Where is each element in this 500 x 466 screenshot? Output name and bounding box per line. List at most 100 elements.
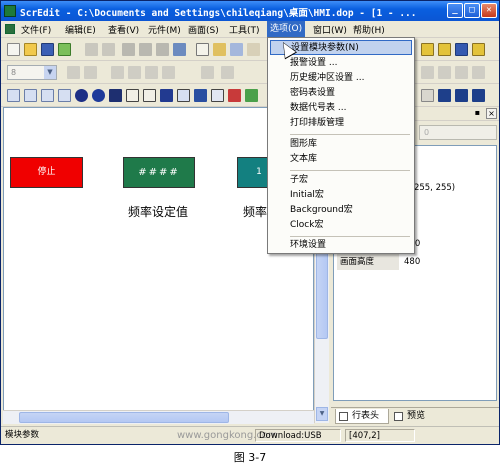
- new-file-icon[interactable]: [7, 43, 20, 56]
- line-element-icon[interactable]: [41, 89, 54, 102]
- stop-button-element[interactable]: 停止: [10, 157, 83, 188]
- circle-element-icon[interactable]: [75, 89, 88, 102]
- move-h-icon[interactable]: [145, 66, 158, 79]
- title-bar: ScrEdit - C:\Documents and Settings\chil…: [1, 1, 499, 21]
- menu-separator: [290, 134, 410, 135]
- panel-close-icon[interactable]: ×: [486, 108, 497, 119]
- menu-screen[interactable]: 画面(S): [188, 23, 219, 36]
- font-size-combo[interactable]: 8 ▼: [7, 65, 57, 80]
- menu-tools[interactable]: 工具(T): [229, 23, 260, 36]
- menu-item-sub-macro[interactable]: 子宏: [270, 173, 412, 188]
- freq-setpoint-label[interactable]: 频率设定值: [128, 203, 188, 220]
- menu-item-background-macro[interactable]: Background宏: [270, 203, 412, 218]
- hscroll-thumb[interactable]: [19, 412, 229, 423]
- status-bar: 模块参数 www.gongkong.com Download:USB [407,…: [1, 426, 499, 444]
- table-icon: [339, 412, 348, 421]
- status-message: 模块参数: [5, 430, 40, 440]
- zoom-icon[interactable]: [421, 89, 434, 102]
- rect-element-icon[interactable]: [109, 89, 122, 102]
- menu-item-history-buffer[interactable]: 历史缓冲区设置 ...: [270, 71, 412, 86]
- align-right-icon[interactable]: [455, 43, 468, 56]
- table-element-icon[interactable]: [211, 89, 224, 102]
- tab-header[interactable]: 行表头: [335, 409, 389, 424]
- move-left-icon[interactable]: [111, 66, 124, 79]
- alarm-element-icon[interactable]: [177, 89, 190, 102]
- text-element-icon[interactable]: [126, 89, 139, 102]
- redo-icon[interactable]: [102, 43, 115, 56]
- panel-tabs: 行表头 预览: [331, 407, 499, 424]
- same-height-icon[interactable]: [472, 66, 485, 79]
- button-element-icon[interactable]: [7, 89, 20, 102]
- italic-icon[interactable]: [84, 66, 97, 79]
- grid-icon[interactable]: [438, 89, 451, 102]
- preview-icon: [394, 412, 403, 421]
- picture-element-icon[interactable]: [245, 89, 258, 102]
- align-top-icon[interactable]: [472, 43, 485, 56]
- menu-help[interactable]: 帮助(H): [353, 23, 385, 36]
- bitmap-element-icon[interactable]: [160, 89, 173, 102]
- menu-item-environment[interactable]: 环境设置: [270, 238, 412, 253]
- distribute-h-icon[interactable]: [421, 66, 434, 79]
- chevron-down-icon[interactable]: ▼: [44, 66, 56, 79]
- align-center-icon[interactable]: [438, 43, 451, 56]
- move-v-icon[interactable]: [162, 66, 175, 79]
- cut-icon[interactable]: [122, 43, 135, 56]
- move-right-icon[interactable]: [128, 66, 141, 79]
- prop-value: 480: [404, 257, 421, 267]
- close-button[interactable]: ✕: [481, 3, 497, 18]
- tab-preview[interactable]: 预览: [391, 409, 441, 424]
- app-window: ScrEdit - C:\Documents and Settings\chil…: [0, 0, 500, 445]
- menu-edit[interactable]: 编辑(E): [65, 23, 96, 36]
- copy-icon[interactable]: [139, 43, 152, 56]
- print-icon[interactable]: [247, 43, 260, 56]
- pin-icon[interactable]: ▪: [472, 108, 483, 119]
- menu-file[interactable]: 文件(F): [21, 23, 51, 36]
- paste-icon[interactable]: [156, 43, 169, 56]
- maximize-button[interactable]: □: [464, 3, 480, 18]
- tab-header-label: 行表头: [352, 411, 380, 421]
- menu-item-graphics-library[interactable]: 图形库: [270, 137, 412, 152]
- screen-icon[interactable]: [196, 43, 209, 56]
- window-icon[interactable]: [213, 43, 226, 56]
- menu-view[interactable]: 查看(V): [108, 23, 139, 36]
- menu-item-initial-macro[interactable]: Initial宏: [270, 188, 412, 203]
- menu-item-clock-macro[interactable]: Clock宏: [270, 218, 412, 233]
- menu-item-print-layout[interactable]: 打印排版管理: [270, 116, 412, 131]
- arrow-down-icon[interactable]: [221, 66, 234, 79]
- menu-window[interactable]: 窗口(W): [313, 23, 347, 36]
- format-toolbar: 8 ▼: [1, 61, 499, 84]
- freq-partial-label[interactable]: 频率: [243, 203, 267, 220]
- prop-key: 画面高度: [337, 254, 399, 270]
- snap-icon[interactable]: [455, 89, 468, 102]
- align-left-icon[interactable]: [421, 43, 434, 56]
- input-element-icon[interactable]: [143, 89, 156, 102]
- minimize-button[interactable]: _: [447, 3, 463, 18]
- save-icon[interactable]: [41, 43, 54, 56]
- menu-item-password-table[interactable]: 密码表设置: [270, 86, 412, 101]
- arrow-up-icon[interactable]: [201, 66, 214, 79]
- undo-icon[interactable]: [85, 43, 98, 56]
- numeric-display-element[interactable]: ####: [123, 157, 195, 188]
- menu-item-text-library[interactable]: 文本库: [270, 152, 412, 167]
- scroll-down-icon[interactable]: ▼: [316, 407, 328, 421]
- trend-element-icon[interactable]: [58, 89, 71, 102]
- bold-icon[interactable]: [67, 66, 80, 79]
- layout-icon[interactable]: [230, 43, 243, 56]
- prop-row-height[interactable]: 画面高度 480: [334, 254, 494, 270]
- export-icon[interactable]: [58, 43, 71, 56]
- meter-element-icon[interactable]: [24, 89, 37, 102]
- lamp-element-icon[interactable]: [92, 89, 105, 102]
- distribute-v-icon[interactable]: [438, 66, 451, 79]
- horizontal-scrollbar[interactable]: [3, 410, 314, 424]
- find-icon[interactable]: [173, 43, 186, 56]
- object-combo[interactable]: 0: [419, 125, 497, 140]
- menu-item-data-codes[interactable]: 数据代号表 ...: [270, 101, 412, 116]
- graph-element-icon[interactable]: [194, 89, 207, 102]
- menu-element[interactable]: 元件(M): [148, 23, 181, 36]
- layer-icon[interactable]: [472, 89, 485, 102]
- open-folder-icon[interactable]: [24, 43, 37, 56]
- same-width-icon[interactable]: [455, 66, 468, 79]
- menu-item-alarm-settings[interactable]: 报警设置 ...: [270, 56, 412, 71]
- menu-options[interactable]: 选项(O): [267, 21, 306, 37]
- shape-element-icon[interactable]: [228, 89, 241, 102]
